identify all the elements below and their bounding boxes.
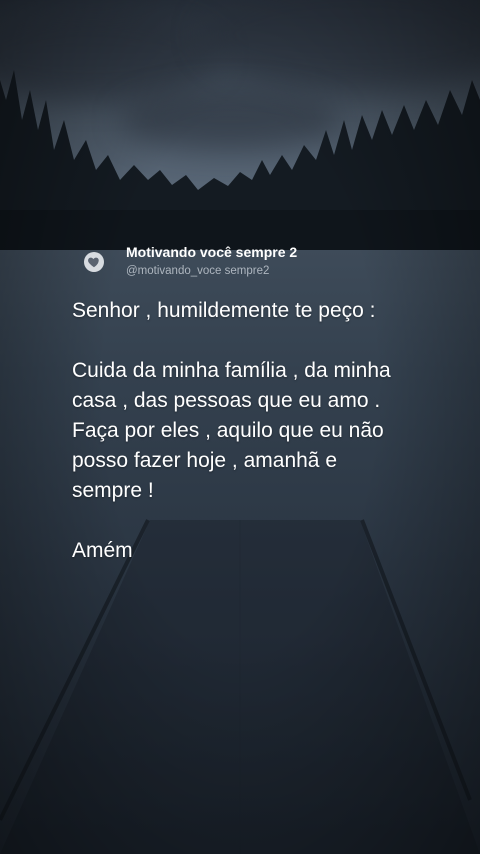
author-avatar[interactable] [84,251,104,272]
post-paragraph-3: Amém [72,539,133,562]
heart-icon [88,257,99,267]
author-handle: @motivando_voce sempre2 [126,265,270,277]
author-name[interactable]: Motivando você sempre 2 [126,244,297,261]
post-paragraph-2: Cuida da minha família , da minha casa ,… [72,359,391,502]
post-text: Senhor , humildemente te peço : Cuida da… [72,296,402,566]
post-author-header[interactable]: Motivando você sempre 2 @motivando_voce … [84,244,297,279]
author-info: Motivando você sempre 2 @motivando_voce … [126,244,297,279]
story-screen: Motivando você sempre 2 @motivando_voce … [0,0,480,854]
post-paragraph-1: Senhor , humildemente te peço : [72,299,376,322]
